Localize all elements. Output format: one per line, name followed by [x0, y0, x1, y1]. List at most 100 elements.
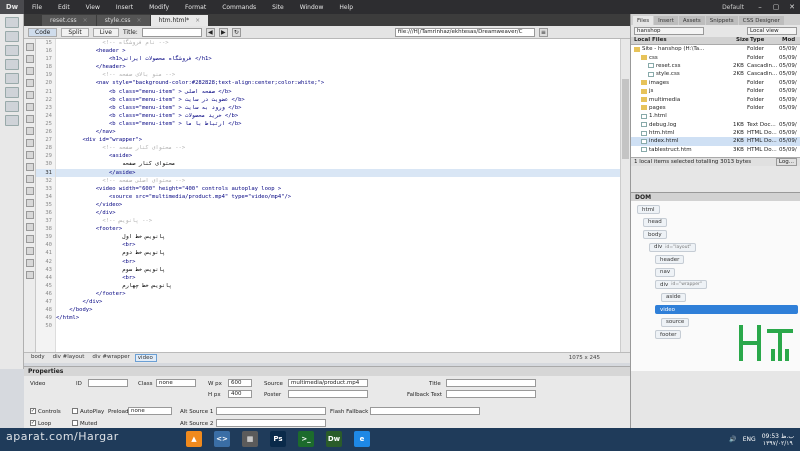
file-row[interactable]: images Folder 05/09/ — [631, 79, 800, 87]
dom-node[interactable]: head — [643, 217, 667, 227]
dom-node[interactable]: aside — [661, 292, 686, 302]
code-line[interactable]: پانویس خط دوم — [56, 249, 620, 257]
menu-edit[interactable]: Edit — [50, 0, 78, 14]
class-select[interactable]: none — [156, 379, 196, 387]
muted-checkbox[interactable] — [72, 420, 78, 426]
code-tool-icon[interactable] — [25, 211, 34, 219]
code-line[interactable]: </header> — [56, 63, 620, 71]
code-tool-icon[interactable] — [25, 235, 34, 243]
code-line[interactable]: <!-- پانویس --> — [56, 217, 620, 225]
alt-source1-field[interactable] — [216, 407, 326, 415]
list-icon[interactable]: ≡ — [538, 27, 548, 37]
refresh-icon[interactable]: ↻ — [231, 27, 241, 37]
code-line[interactable]: محتوای کنار صفحه — [56, 160, 620, 168]
code-line[interactable]: <b class="menu-item" > صفحه اصلی </b> — [56, 88, 620, 96]
preload-select[interactable]: none — [128, 407, 172, 415]
code-line[interactable]: <!-- منو بالای صفحه --> — [56, 71, 620, 79]
code-tool-icon[interactable] — [25, 271, 34, 279]
tool-icon[interactable] — [4, 87, 19, 98]
code-line[interactable]: پانویس خط اول — [56, 233, 620, 241]
language-indicator[interactable]: ENG — [743, 436, 756, 443]
close-tab-icon[interactable]: × — [195, 17, 200, 24]
doc-tab[interactable]: htm.html* × — [150, 15, 209, 26]
volume-icon[interactable]: 🔊 — [729, 436, 736, 443]
code-scrollbar[interactable] — [620, 39, 630, 352]
tool-icon[interactable] — [4, 101, 19, 112]
file-row[interactable]: multimedia Folder 05/09/ — [631, 95, 800, 103]
code-tool-icon[interactable] — [25, 91, 34, 99]
tool-icon[interactable] — [4, 17, 19, 28]
code-line[interactable]: </div> — [56, 209, 620, 217]
code-tool-icon[interactable] — [25, 115, 34, 123]
clock[interactable]: 09:53 ب.ظ ۱۳۹۷/۰۲/۱۹ — [762, 433, 794, 447]
menu-insert[interactable]: Insert — [108, 0, 141, 14]
panel-tab[interactable]: Insert — [654, 16, 678, 25]
column-size[interactable]: Size — [733, 37, 749, 44]
code-line[interactable]: <!-- محتوای کنار صفحه --> — [56, 144, 620, 152]
dom-node[interactable]: html — [637, 205, 660, 214]
terminal-icon[interactable]: >_ — [298, 431, 314, 447]
menu-modify[interactable]: Modify — [141, 0, 177, 14]
code-line[interactable]: <br> — [56, 241, 620, 249]
file-row[interactable]: index.html 2KB HTML Do... 05/09/ — [631, 137, 800, 146]
code-line[interactable]: <br> — [56, 258, 620, 266]
code-line[interactable]: </body> — [56, 306, 620, 314]
code-icon[interactable]: <> — [214, 431, 230, 447]
code-tool-icon[interactable] — [25, 223, 34, 231]
title-prop-field[interactable] — [446, 379, 536, 387]
dom-node[interactable]: header — [655, 255, 685, 264]
code-line[interactable]: پانویس خط سوم — [56, 266, 620, 274]
maximize-button[interactable]: ▢ — [768, 3, 784, 11]
file-row[interactable]: style.css 2KB Cascadin... 05/09/ — [631, 70, 800, 78]
code-line[interactable]: <b class="menu-item" > عضویت در سایت </b… — [56, 96, 620, 104]
file-row[interactable]: pages Folder 05/09/ — [631, 104, 800, 112]
width-field[interactable]: 600 — [228, 379, 252, 387]
code-line[interactable]: <nav style="background-color:#282828;tex… — [56, 79, 620, 87]
code-line[interactable]: <br> — [56, 274, 620, 282]
code-tool-icon[interactable] — [25, 259, 34, 267]
doc-tab[interactable]: style.css × — [96, 15, 150, 26]
forward-icon[interactable]: ▶ — [218, 27, 228, 37]
dom-node[interactable]: video — [655, 305, 798, 314]
site-select[interactable]: hanshop — [634, 27, 704, 35]
dom-node[interactable]: nav — [655, 267, 676, 277]
flash-fallback-field[interactable] — [370, 407, 480, 415]
code-line[interactable]: <!-- نام فروشگاه --> — [56, 39, 620, 47]
tool-icon[interactable] — [4, 59, 19, 70]
code-line[interactable]: <div id="wrapper"> — [56, 136, 620, 144]
file-row[interactable]: 1.html — [631, 112, 800, 120]
code-line[interactable]: <source src="multimedia/product.mp4" typ… — [56, 193, 620, 201]
column-type[interactable]: Type — [747, 37, 779, 44]
file-row[interactable]: js Folder 05/09/ — [631, 87, 800, 95]
code-tool-icon[interactable] — [25, 43, 34, 51]
code-tool-icon[interactable] — [25, 151, 34, 159]
code-line[interactable]: <!-- محتوای اصلی صفحه --> — [56, 177, 620, 185]
code-tool-icon[interactable] — [25, 247, 34, 255]
code-line[interactable]: </nav> — [56, 128, 620, 136]
close-button[interactable]: ✕ — [784, 3, 800, 11]
alt-source2-field[interactable] — [216, 419, 326, 427]
code-line[interactable]: <h1>فروشگاه محصولات ایرانی </h1> — [56, 55, 620, 63]
ie-icon[interactable]: e — [354, 431, 370, 447]
poster-field[interactable] — [288, 390, 368, 398]
column-modified[interactable]: Mod — [779, 37, 799, 44]
tool-icon[interactable] — [4, 73, 19, 84]
code-line[interactable]: <b class="menu-item" > ورود به سایت </b> — [56, 104, 620, 112]
column-local-files[interactable]: Local Files — [631, 37, 733, 44]
close-tab-icon[interactable]: × — [83, 17, 88, 24]
code-line[interactable]: <aside> — [56, 152, 620, 160]
panel-tab[interactable]: Assets — [678, 16, 705, 25]
code-tool-icon[interactable] — [25, 67, 34, 75]
panel-tab[interactable]: Snippets — [705, 16, 738, 25]
code-tool-icon[interactable] — [25, 79, 34, 87]
dreamweaver-icon[interactable]: Dw — [326, 431, 342, 447]
view-select[interactable]: Local view — [747, 27, 797, 35]
file-row[interactable]: reset.css 2KB Cascadin... 05/09/ — [631, 62, 800, 70]
code-line[interactable]: <b class="menu-item" > ارتباط با ما </b> — [56, 120, 620, 128]
code-view-button[interactable]: Code — [28, 27, 58, 37]
photoshop-icon[interactable]: Ps — [270, 431, 286, 447]
file-row[interactable]: css Folder 05/09/ — [631, 53, 800, 61]
title-field[interactable] — [141, 27, 202, 37]
code-tool-icon[interactable] — [25, 175, 34, 183]
id-select[interactable] — [88, 379, 128, 387]
